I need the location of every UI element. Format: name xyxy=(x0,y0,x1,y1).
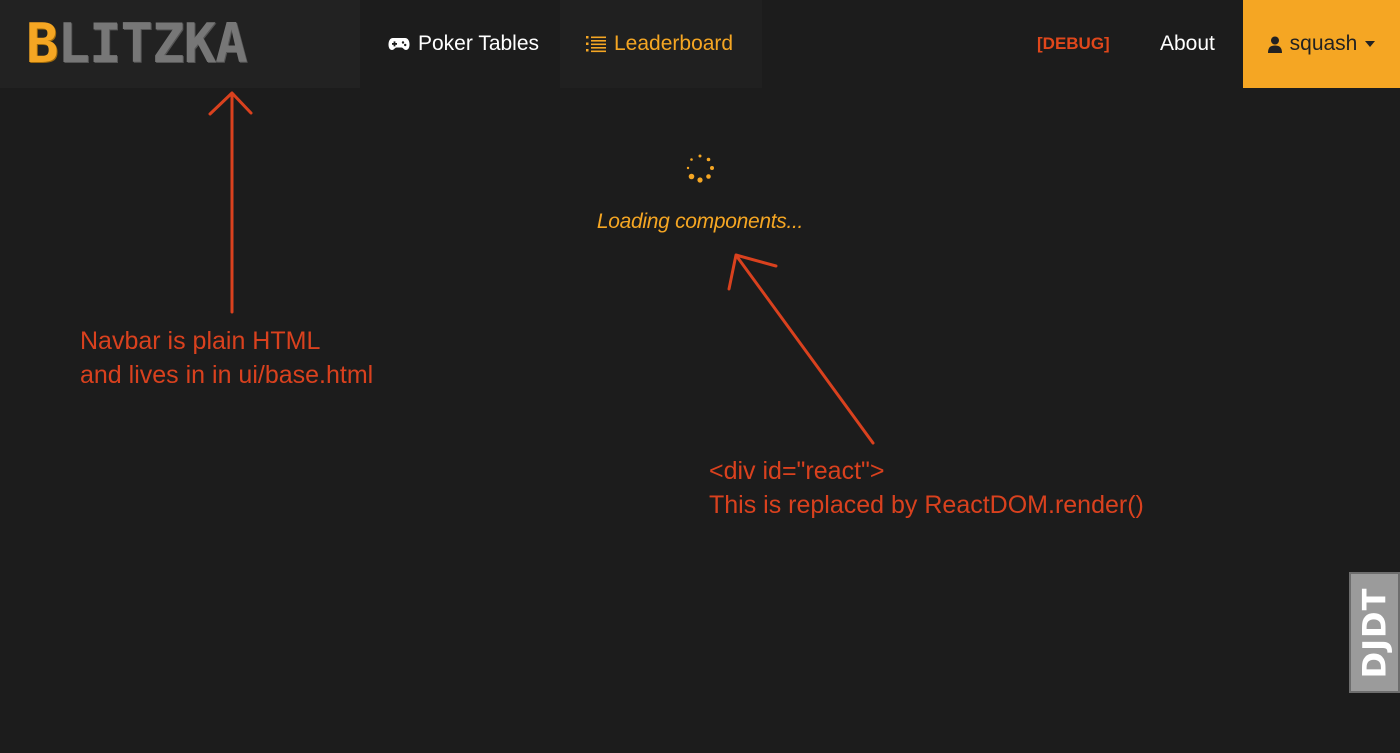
navbar-annotation-line: and lives in in ui/base.html xyxy=(80,361,374,389)
react-annotation-line: <div id="react"> xyxy=(709,457,885,485)
react-annotation-line: This is replaced by ReactDOM.render() xyxy=(709,491,1144,519)
react-arrow xyxy=(736,256,875,445)
debug-toolbar-label: DJDT xyxy=(1355,587,1394,678)
react-annotation: <div id="react"> This is replaced by Rea… xyxy=(709,454,1144,522)
navbar-annotation-line: Navbar is plain HTML xyxy=(80,327,321,355)
react-arrow-head xyxy=(727,253,778,291)
navbar-annotation: Navbar is plain HTML and lives in in ui/… xyxy=(80,324,373,392)
page: B L I T Z K A Poker Tables Leaderboard [… xyxy=(0,0,1400,753)
debug-toolbar-handle[interactable]: DJDT xyxy=(1349,572,1400,693)
